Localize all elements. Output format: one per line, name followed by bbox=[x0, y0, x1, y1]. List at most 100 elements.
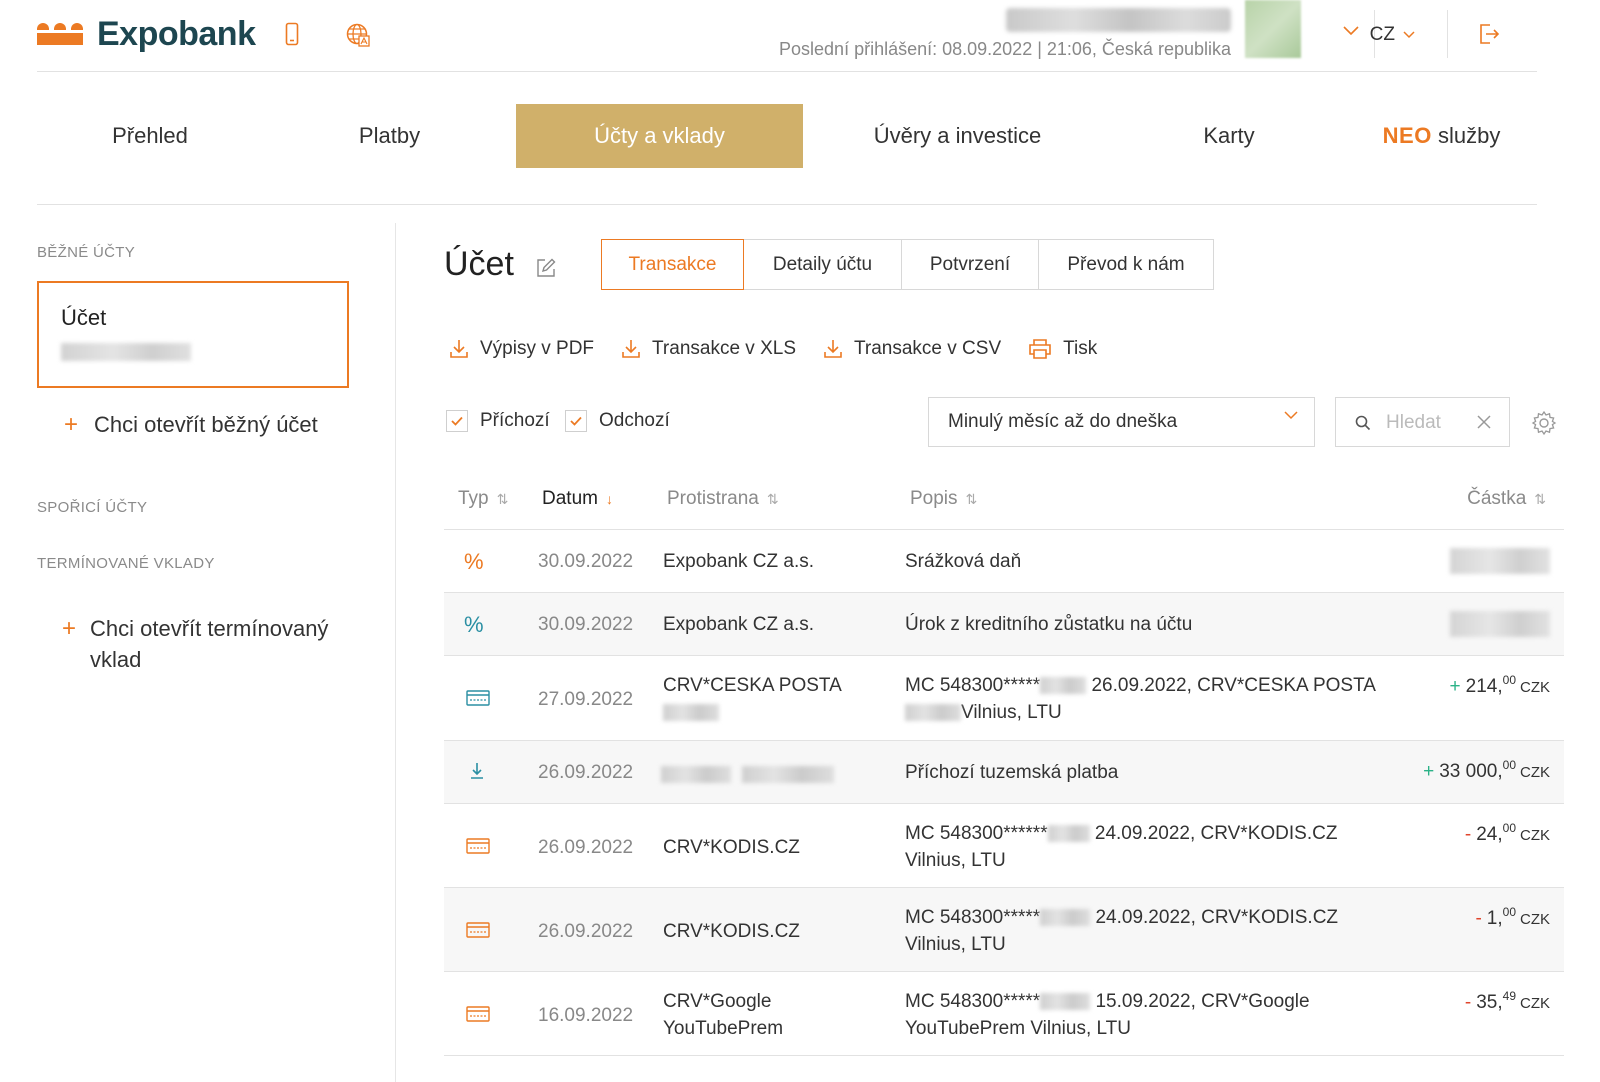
row-description: MC 548300***** 15.09.2022, CRV*Google Yo… bbox=[905, 988, 1395, 1042]
nav-item-prehled[interactable]: Přehled bbox=[37, 104, 263, 168]
column-datum[interactable]: Datum ↓ bbox=[542, 488, 613, 510]
percent-icon: % bbox=[464, 549, 484, 574]
row-date: 16.09.2022 bbox=[538, 1005, 634, 1026]
logout-icon[interactable] bbox=[1477, 22, 1501, 46]
savings-accounts-heading: SPOŘICÍ ÚČTY bbox=[37, 499, 148, 516]
outgoing-filter-checkbox[interactable]: Odchozí bbox=[565, 410, 670, 432]
neo-brand: NEO bbox=[1382, 123, 1432, 148]
nav-item-platby[interactable]: Platby bbox=[263, 104, 516, 168]
row-amount: -24,00 CZK bbox=[1465, 821, 1550, 846]
tab-detaily-uctu[interactable]: Detaily účtu bbox=[743, 239, 902, 290]
row-counterparty: CRV*KODIS.CZ bbox=[663, 921, 800, 942]
table-row[interactable]: 16.09.2022 CRV*Google YouTubePrem MC 548… bbox=[444, 972, 1564, 1056]
download-icon bbox=[622, 340, 640, 358]
export-csv-button[interactable]: Transakce v CSV bbox=[824, 338, 1001, 360]
table-row[interactable]: 26.09.2022 CRV*KODIS.CZ MC 548300***** 2… bbox=[444, 888, 1564, 972]
amount-sign: + bbox=[1449, 676, 1461, 697]
row-counterparty: CRV*Google YouTubePrem bbox=[663, 988, 873, 1042]
card-icon bbox=[466, 922, 490, 938]
period-select[interactable]: Minulý měsíc až do dneška bbox=[928, 397, 1315, 447]
check-icon bbox=[570, 416, 582, 426]
column-popis[interactable]: Popis ⇅ bbox=[910, 488, 977, 510]
download-icon bbox=[450, 340, 468, 358]
avatar[interactable] bbox=[1245, 0, 1301, 58]
open-term-deposit-label: Chci otevřít termínovaný bbox=[90, 616, 329, 641]
divider bbox=[37, 204, 1537, 205]
language-selector[interactable]: CZ bbox=[1370, 24, 1415, 46]
open-current-account-link[interactable]: + Chci otevřít běžný účet bbox=[64, 409, 318, 440]
row-date: 26.09.2022 bbox=[538, 921, 634, 942]
nav-item-karty[interactable]: Karty bbox=[1112, 104, 1346, 168]
user-menu-chevron-down-icon[interactable] bbox=[1343, 26, 1359, 36]
download-icon bbox=[824, 340, 842, 358]
amount-decimals: 00 bbox=[1502, 821, 1516, 835]
row-amount: +33 000,00 CZK bbox=[1423, 758, 1550, 783]
table-row[interactable]: % 30.09.2022 Expobank CZ a.s. Srážková d… bbox=[444, 530, 1564, 593]
row-description-line2: YouTubePrem Vilnius, LTU bbox=[905, 1018, 1132, 1039]
redacted bbox=[1047, 825, 1090, 843]
open-term-deposit-link[interactable]: + Chci otevřít termínovaný vklad bbox=[62, 613, 328, 675]
percent-icon: % bbox=[464, 612, 484, 637]
sort-icon: ⇅ bbox=[766, 490, 779, 507]
expobank-logo[interactable]: Expobank bbox=[37, 17, 256, 51]
print-label: Tisk bbox=[1063, 338, 1098, 359]
column-protistrana[interactable]: Protistrana ⇅ bbox=[667, 488, 779, 510]
tab-prevod-k-nam[interactable]: Převod k nám bbox=[1038, 239, 1214, 290]
plus-icon: + bbox=[64, 411, 79, 438]
chevron-down-icon bbox=[1403, 31, 1415, 39]
gear-icon[interactable] bbox=[1531, 410, 1557, 436]
print-button[interactable]: Tisk bbox=[1029, 338, 1097, 360]
table-row[interactable]: 26.09.2022 Příchozí tuzemská platba +33 … bbox=[444, 741, 1564, 804]
export-csv-label: Transakce v CSV bbox=[854, 338, 1002, 359]
column-castka[interactable]: Částka ⇅ bbox=[1467, 488, 1546, 510]
globe-icon[interactable] bbox=[345, 22, 371, 48]
export-xls-button[interactable]: Transakce v XLS bbox=[622, 338, 796, 360]
phone-icon[interactable] bbox=[285, 22, 299, 46]
row-amount-redacted bbox=[1450, 548, 1550, 574]
nav-item-neo-sluzby[interactable]: NEO služby bbox=[1346, 104, 1537, 168]
page-title: Účet bbox=[444, 245, 514, 283]
row-date: 26.09.2022 bbox=[538, 762, 634, 783]
nav-item-ucty-a-vklady[interactable]: Účty a vklady bbox=[516, 104, 803, 168]
amount-sign: - bbox=[1475, 908, 1482, 929]
outgoing-filter-label: Odchozí bbox=[599, 410, 670, 431]
account-card[interactable]: Účet bbox=[37, 281, 349, 388]
row-description: Srážková daň bbox=[905, 551, 1022, 572]
redacted bbox=[663, 704, 719, 722]
search-input[interactable] bbox=[1386, 410, 1471, 436]
row-description-line: MC 548300****** bbox=[905, 823, 1048, 844]
row-counterparty-name: CRV*CESKA POSTA bbox=[663, 675, 842, 696]
amount-currency: CZK bbox=[1520, 827, 1550, 844]
row-date: 30.09.2022 bbox=[538, 614, 634, 635]
nav-item-uvery-a-investice[interactable]: Úvěry a investice bbox=[803, 104, 1112, 168]
table-row[interactable]: % 30.09.2022 Expobank CZ a.s. Úrok z kre… bbox=[444, 593, 1564, 656]
row-counterparty-redacted bbox=[661, 761, 871, 788]
print-icon bbox=[1029, 339, 1051, 359]
export-pdf-button[interactable]: Výpisy v PDF bbox=[450, 338, 594, 360]
user-name-redacted bbox=[1006, 8, 1231, 32]
amount-decimals: 49 bbox=[1502, 989, 1516, 1003]
column-typ-label: Typ bbox=[458, 488, 489, 509]
sort-desc-icon: ↓ bbox=[605, 491, 613, 507]
edit-icon[interactable] bbox=[535, 257, 557, 279]
redacted bbox=[1040, 677, 1087, 695]
logo-mark bbox=[37, 21, 83, 47]
incoming-filter-checkbox[interactable]: Příchozí bbox=[446, 410, 550, 432]
table-row[interactable]: 27.09.2022 CRV*CESKA POSTA MC 548300****… bbox=[444, 656, 1564, 741]
row-description-line2: Vilnius, LTU bbox=[961, 702, 1062, 723]
redacted bbox=[1040, 909, 1091, 927]
table-row[interactable]: 26.09.2022 CRV*KODIS.CZ MC 548300****** … bbox=[444, 804, 1564, 888]
tab-transakce[interactable]: Transakce bbox=[601, 239, 744, 290]
term-deposits-heading: TERMÍNOVANÉ VKLADY bbox=[37, 555, 215, 572]
card-icon bbox=[466, 838, 490, 854]
row-date: 26.09.2022 bbox=[538, 837, 634, 858]
row-description-line: 24.09.2022, CRV*KODIS.CZ bbox=[1094, 823, 1338, 844]
row-date: 30.09.2022 bbox=[538, 551, 634, 572]
tab-potvrzeni[interactable]: Potvrzení bbox=[901, 239, 1039, 290]
close-icon[interactable] bbox=[1477, 415, 1491, 429]
open-term-deposit-label-line2: vklad bbox=[90, 647, 142, 672]
account-tabs: Transakce Detaily účtu Potvrzení Převod … bbox=[601, 239, 1214, 290]
incoming-icon bbox=[471, 763, 483, 779]
column-typ[interactable]: Typ ⇅ bbox=[458, 488, 508, 510]
search-icon bbox=[1355, 415, 1371, 431]
